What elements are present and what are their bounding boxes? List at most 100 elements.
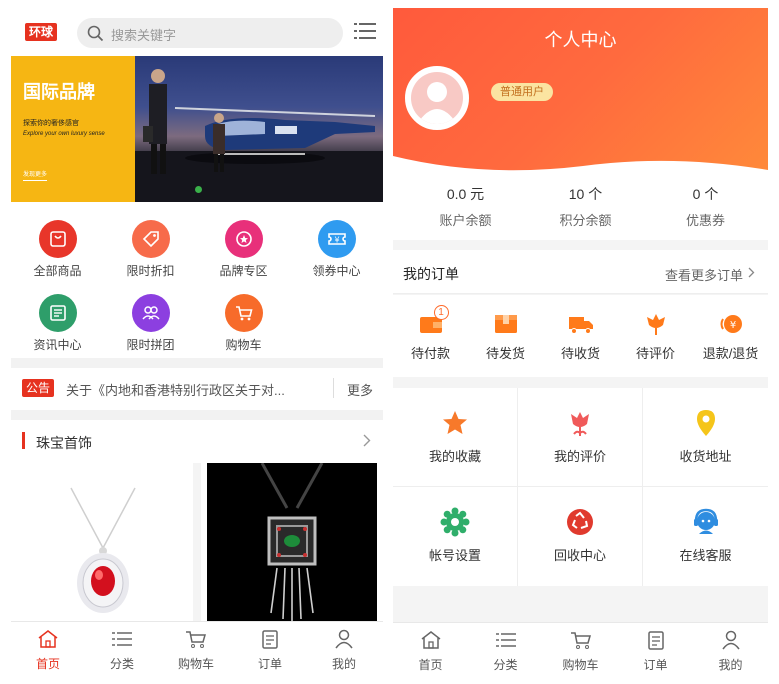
category-label: 限时拼团 [126,338,175,352]
service-grid: 我的收藏 我的评价 收货地址 帐号设置 回收中心 在线客服 [393,388,768,586]
truck-icon [568,311,594,337]
tab-profile[interactable]: 我的 [693,623,768,676]
section-accent [22,432,25,449]
service-favorites[interactable]: 我的收藏 [393,388,518,487]
order-status-label: 待评价 [635,346,675,361]
category-all-products[interactable]: 全部商品 [11,204,104,278]
banner-title: 国际品牌 [23,82,95,102]
category-news-center[interactable]: 资讯中心 [11,278,104,352]
menu-icon[interactable] [354,22,376,40]
banner-more-link[interactable]: 发现更多 [23,169,48,181]
stat-balance[interactable]: 0.0 元 账户余额 [403,184,528,229]
search-input[interactable]: 搜索关键字 [77,18,343,48]
service-label: 帐号设置 [428,548,481,563]
flower-icon [643,311,669,337]
stat-value: 0.0 元 [446,186,485,202]
location-icon [691,408,721,438]
carousel-indicator[interactable] [195,186,202,193]
list-icon [112,632,132,646]
notice-bar[interactable]: 公告 关于《内地和香港特别行政区关于对... 更多 [11,368,383,410]
support-icon [691,507,721,537]
stat-label: 账户余额 [439,213,492,228]
product-card[interactable] [207,463,377,621]
banner[interactable]: 国际品牌 探索你的奢侈感官 Explore your own luxury se… [11,56,383,202]
service-recycle-center[interactable]: 回收中心 [518,487,643,586]
service-address[interactable]: 收货地址 [643,388,768,487]
avatar[interactable] [405,66,469,130]
order-pending-payment[interactable]: 1 待付款 [393,295,468,377]
order-status-label: 待收货 [560,346,600,361]
order-status-label: 待发货 [485,346,525,361]
refund-icon: ¥ [718,311,744,337]
tab-label: 分类 [493,658,518,672]
cart-icon [186,631,206,648]
logo: 环球 [25,23,57,41]
stat-coupons[interactable]: 0 个 优惠券 [643,184,768,229]
order-status-row: 1 待付款 待发货 待收货 待评价 ¥ 退款/退货 [393,295,768,377]
star-icon [440,408,470,438]
section-header[interactable]: 珠宝首饰 [11,420,383,462]
tab-label: 购物车 [177,657,214,671]
tab-category[interactable]: 分类 [468,623,543,676]
tab-label: 我的 [331,657,356,671]
list-icon [495,633,516,647]
order-status-label: 退款/退货 [702,346,759,361]
order-pending-shipment[interactable]: 待发货 [468,295,543,377]
top-bar: 环球 搜索关键字 [11,8,383,56]
profile-screen: 个人中心 普通用户 0.0 元 账户余额 10 个 积分余额 0 个 优惠券 我… [393,8,768,676]
banner-subtitle: 探索你的奢侈感官 [23,120,79,127]
category-grid: 全部商品 限时折扣 品牌专区 ¥ 领券中心 资讯中心 限时拼团 购物车 [11,204,383,356]
product-image-ruby-pendant [70,487,136,613]
banner-subtitle-en: Explore your own luxury sense [23,131,105,137]
view-more-orders-link[interactable]: 查看更多订单 [665,265,743,284]
tab-category[interactable]: 分类 [85,622,159,676]
category-group-buy[interactable]: 限时拼团 [104,278,197,352]
tab-profile[interactable]: 我的 [307,622,381,676]
tag-icon [131,220,170,258]
tab-cart[interactable]: 购物车 [159,622,233,676]
service-my-reviews[interactable]: 我的评价 [518,388,643,487]
tab-orders[interactable]: 订单 [618,623,693,676]
order-refund-return[interactable]: ¥ 退款/退货 [693,295,768,377]
category-brand-zone[interactable]: 品牌专区 [197,204,290,278]
category-label: 领券中心 [312,264,361,278]
notice-more-link[interactable]: 更多 [347,380,373,399]
tab-label: 首页 [35,657,60,671]
category-cart[interactable]: 购物车 [197,278,290,352]
bottom-tab-bar: 首页 分类 购物车 订单 我的 [393,622,768,676]
medal-icon [224,220,263,258]
category-coupon-center[interactable]: ¥ 领券中心 [290,204,383,278]
stat-value: 10 个 [568,186,603,202]
coupon-icon: ¥ [317,220,356,258]
service-label: 回收中心 [553,548,606,563]
notice-text[interactable]: 关于《内地和香港特别行政区关于对... [66,380,285,399]
tab-orders[interactable]: 订单 [233,622,307,676]
recycle-icon [565,507,595,537]
banner-image [135,56,383,202]
tab-cart[interactable]: 购物车 [543,623,618,676]
order-icon [262,630,278,649]
tab-label: 首页 [418,658,443,672]
avatar-placeholder [411,72,463,124]
order-pending-review[interactable]: 待评价 [618,295,693,377]
home-screen: 环球 搜索关键字 国际品牌 探索你的奢侈感官 Explore your own … [11,8,383,676]
svg-text:¥: ¥ [729,320,735,331]
category-flash-discount[interactable]: 限时折扣 [104,204,197,278]
order-status-label: 待付款 [410,346,450,361]
product-card[interactable] [11,463,201,621]
profile-header: 个人中心 普通用户 [393,8,768,178]
header-wave [393,156,768,178]
stat-points[interactable]: 10 个 积分余额 [523,184,648,229]
section-title: 珠宝首饰 [36,435,92,451]
order-pending-receipt[interactable]: 待收货 [543,295,618,377]
tab-home[interactable]: 首页 [393,623,468,676]
service-online-support[interactable]: 在线客服 [643,487,768,586]
stat-label: 积分余额 [559,213,612,228]
user-level-badge: 普通用户 [491,83,553,101]
divider [11,358,383,368]
stat-value: 0 个 [692,186,719,202]
category-label: 限时折扣 [126,264,175,278]
service-account-settings[interactable]: 帐号设置 [393,487,518,586]
cart-icon [224,294,263,332]
tab-home[interactable]: 首页 [11,622,85,676]
